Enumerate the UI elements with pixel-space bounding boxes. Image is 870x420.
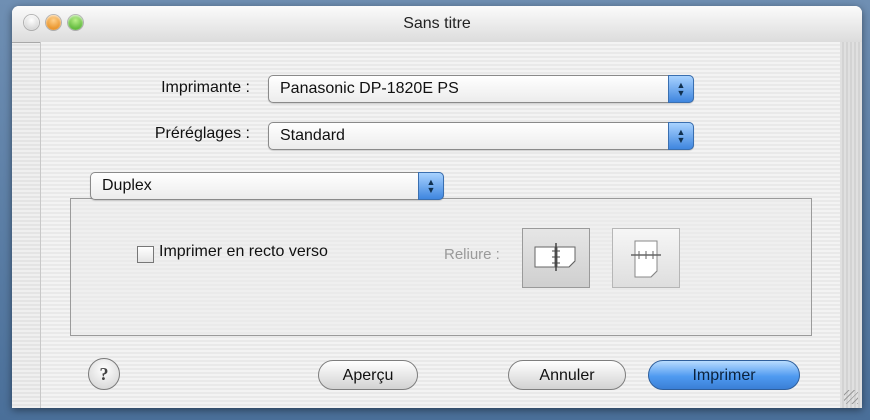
cancel-button[interactable]: Annuler [508,360,626,390]
printer-value: Panasonic DP-1820E PS [280,80,459,97]
panel-popup[interactable]: Duplex ▲ ▼ [90,172,444,200]
help-button[interactable]: ? [88,358,120,390]
binding-label: Reliure : [444,246,500,263]
duplex-checkbox-label[interactable]: Imprimer en recto verso [159,243,328,261]
window-title: Sans titre [403,15,471,32]
resize-grip-icon[interactable] [844,390,858,404]
updown-arrows-icon: ▲ ▼ [668,75,694,103]
binding-short-edge-button[interactable] [612,228,680,288]
duplex-checkbox[interactable] [137,246,154,263]
window-side-strip [840,42,862,408]
presets-label: Préréglages : [154,125,250,142]
updown-arrows-icon: ▲ ▼ [668,122,694,150]
printer-label: Imprimante : [161,79,250,96]
long-edge-binding-icon [534,243,576,271]
printer-popup[interactable]: Panasonic DP-1820E PS ▲ ▼ [268,75,694,103]
preview-button[interactable]: Aperçu [318,360,418,390]
print-dialog-window: Sans titre Imprimante : Panasonic DP-182… [12,6,862,408]
binding-long-edge-button[interactable] [522,228,590,288]
presets-value: Standard [280,127,345,144]
short-edge-binding-icon [631,240,661,278]
presets-popup[interactable]: Standard ▲ ▼ [268,122,694,150]
updown-arrows-icon: ▲ ▼ [418,172,444,200]
panel-value: Duplex [102,177,152,194]
title-bar[interactable]: Sans titre [12,6,862,43]
duplex-group-box [70,198,812,336]
print-button[interactable]: Imprimer [648,360,800,390]
